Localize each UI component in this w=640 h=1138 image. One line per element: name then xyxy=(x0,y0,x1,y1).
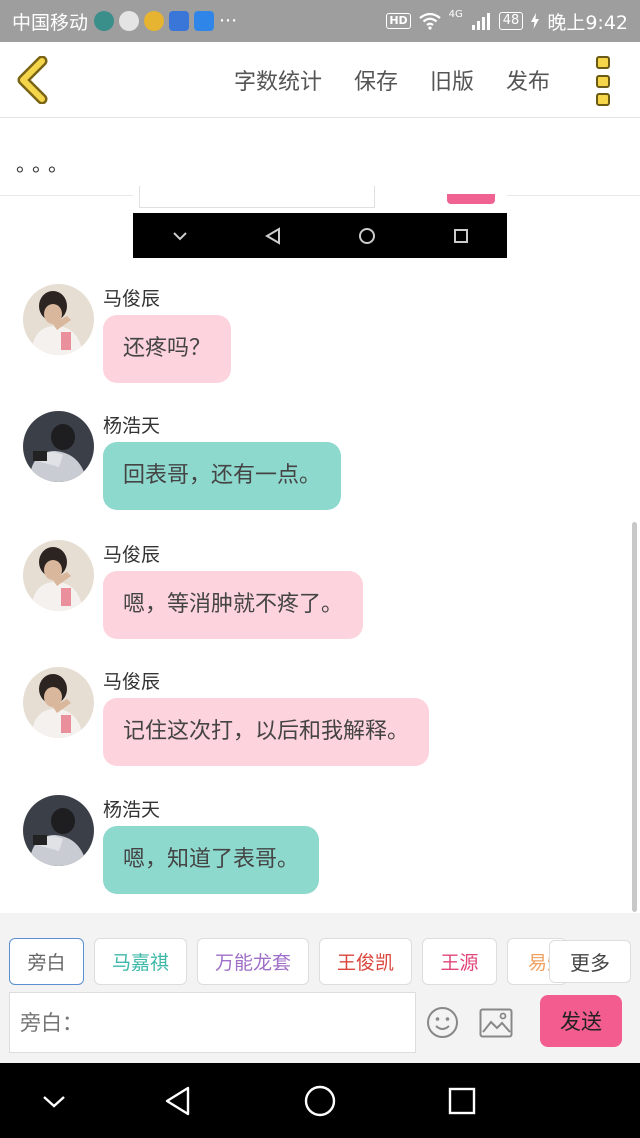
scrollbar[interactable] xyxy=(632,522,637,912)
menu-dot-icon xyxy=(596,56,610,69)
sender-name: 杨浩天 xyxy=(103,415,161,437)
avatar-photo xyxy=(23,540,94,611)
wifi-icon xyxy=(418,12,441,30)
sender-name: 马俊辰 xyxy=(103,288,161,310)
network-type: 4G xyxy=(448,8,463,20)
system-nav-bar xyxy=(0,1063,640,1138)
status-bar: 中国移动 ··· HD 4G 48 晚上9:42 xyxy=(0,0,640,42)
back-triangle-icon xyxy=(264,226,280,245)
home-circle-icon xyxy=(304,1085,336,1117)
chevron-down-icon xyxy=(43,1096,65,1108)
embedded-screenshot-image[interactable] xyxy=(133,186,507,258)
more-label: 更多 xyxy=(570,951,610,975)
message-bubble[interactable]: 记住这次打，以后和我解释。 xyxy=(103,698,430,766)
save-button[interactable]: 保存 xyxy=(354,64,398,96)
recents-square-icon xyxy=(453,228,468,243)
role-label: 王俊凯 xyxy=(336,952,394,974)
clock: 晚上9:42 xyxy=(547,11,628,34)
carrier-label: 中国移动 xyxy=(12,11,89,34)
menu-dot-icon xyxy=(596,74,610,88)
intro-text: 。。。 xyxy=(16,152,74,176)
compose-toolbar: 旁白 马嘉祺 万能龙套 王俊凯 王源 易烊 更多 发送 xyxy=(0,913,640,1063)
avatar[interactable] xyxy=(23,284,94,355)
battery-indicator: 48 xyxy=(498,12,524,30)
back-button[interactable] xyxy=(14,55,54,105)
image-button[interactable] xyxy=(479,1008,513,1038)
hide-keyboard-button[interactable] xyxy=(36,1083,72,1119)
app-notification-icon xyxy=(169,11,190,31)
app-notification-icon xyxy=(144,11,165,31)
chevron-down-icon xyxy=(172,231,187,240)
back-nav-button[interactable] xyxy=(160,1083,196,1119)
sender-name: 马俊辰 xyxy=(103,544,161,566)
message-bubble[interactable]: 嗯，等消肿就不疼了。 xyxy=(103,571,364,639)
role-label: 马嘉祺 xyxy=(111,952,169,974)
emoji-button[interactable] xyxy=(426,1006,459,1039)
hd-badge: HD xyxy=(386,13,411,29)
role-button[interactable]: 王俊凯 xyxy=(319,938,412,985)
role-label: 旁白 xyxy=(27,952,66,974)
sender-name: 马俊辰 xyxy=(103,671,161,693)
charging-icon xyxy=(531,13,540,29)
message-bubble[interactable]: 还疼吗？ xyxy=(103,315,232,383)
old-version-button[interactable]: 旧版 xyxy=(430,64,474,96)
word-count-button[interactable]: 字数统计 xyxy=(234,64,322,96)
screenshot-input-box xyxy=(139,186,375,208)
sender-name: 杨浩天 xyxy=(103,799,161,821)
more-roles-button[interactable]: 更多 xyxy=(549,940,631,983)
avatar-photo xyxy=(23,411,94,482)
publish-button[interactable]: 发布 xyxy=(506,64,550,96)
header-actions: 字数统计 保存 旧版 发布 xyxy=(234,42,550,118)
story-intro: 。。。 xyxy=(0,118,640,196)
back-triangle-icon xyxy=(165,1086,190,1116)
app-notification-icon xyxy=(194,11,215,31)
avatar[interactable] xyxy=(23,795,94,866)
role-button[interactable]: 马嘉祺 xyxy=(94,938,187,985)
chevron-left-icon xyxy=(17,55,48,105)
signal-icon xyxy=(471,13,490,30)
role-narrator-button[interactable]: 旁白 xyxy=(9,938,84,985)
role-label: 万能龙套 xyxy=(214,952,291,974)
app-notification-icon xyxy=(94,11,115,31)
app-notification-icon xyxy=(119,11,140,31)
avatar[interactable] xyxy=(23,667,94,738)
screenshot-send-button xyxy=(447,194,495,204)
avatar-photo xyxy=(23,284,94,355)
message-bubble[interactable]: 回表哥，还有一点。 xyxy=(103,442,342,510)
recents-nav-button[interactable] xyxy=(444,1083,480,1119)
message-input[interactable] xyxy=(9,992,416,1053)
avatar-photo xyxy=(23,795,94,866)
screenshot-top-strip xyxy=(133,186,507,213)
more-menu-button[interactable] xyxy=(596,56,618,106)
top-bar: 字数统计 保存 旧版 发布 xyxy=(0,42,640,118)
role-label: 王源 xyxy=(440,952,479,974)
send-button[interactable]: 发送 xyxy=(540,995,622,1047)
avatar-photo xyxy=(23,667,94,738)
avatar[interactable] xyxy=(23,540,94,611)
smiley-icon xyxy=(427,1007,458,1038)
screenshot-nav-bar xyxy=(133,213,507,258)
role-button[interactable]: 王源 xyxy=(422,938,497,985)
message-bubble[interactable]: 嗯，知道了表哥。 xyxy=(103,826,320,894)
image-icon xyxy=(479,1008,513,1038)
role-button[interactable]: 万能龙套 xyxy=(197,938,309,985)
avatar[interactable] xyxy=(23,411,94,482)
overflow-icon: ··· xyxy=(219,10,238,32)
home-nav-button[interactable] xyxy=(302,1083,338,1119)
recents-square-icon xyxy=(448,1087,476,1115)
send-label: 发送 xyxy=(560,1010,602,1034)
home-circle-icon xyxy=(358,227,375,244)
menu-dot-icon xyxy=(596,93,610,106)
